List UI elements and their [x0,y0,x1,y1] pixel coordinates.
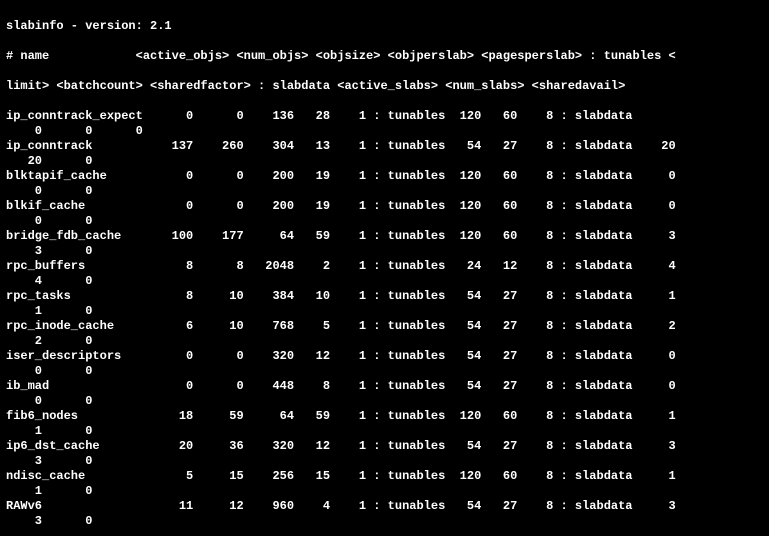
slab-row-wrap: 0 0 [6,184,763,199]
slab-row: ndisc_cache 5 15 256 15 1 : tunables 120… [6,469,763,484]
slab-row: ip_conntrack_expect 0 0 136 28 1 : tunab… [6,109,763,124]
slab-row-wrap: 2 0 [6,334,763,349]
slab-row-wrap: 0 0 [6,214,763,229]
slab-row: blktapif_cache 0 0 200 19 1 : tunables 1… [6,169,763,184]
slab-row: rpc_buffers 8 8 2048 2 1 : tunables 24 1… [6,259,763,274]
slab-row: RAWv6 11 12 960 4 1 : tunables 54 27 8 :… [6,499,763,514]
slab-row: bridge_fdb_cache 100 177 64 59 1 : tunab… [6,229,763,244]
slab-row: rpc_inode_cache 6 10 768 5 1 : tunables … [6,319,763,334]
version-line: slabinfo - version: 2.1 [6,19,763,34]
columns-line-1: # name <active_objs> <num_objs> <objsize… [6,49,763,64]
slab-row-wrap: 20 0 [6,154,763,169]
terminal-output: slabinfo - version: 2.1 # name <active_o… [0,0,769,536]
slab-row-wrap: 4 0 [6,274,763,289]
slab-row: ib_mad 0 0 448 8 1 : tunables 54 27 8 : … [6,379,763,394]
slab-row-wrap: 1 0 [6,304,763,319]
slab-row: iser_descriptors 0 0 320 12 1 : tunables… [6,349,763,364]
slab-row: ip_conntrack 137 260 304 13 1 : tunables… [6,139,763,154]
slab-row-wrap: 3 0 [6,244,763,259]
slab-row-wrap: 3 0 [6,454,763,469]
data-rows: ip_conntrack_expect 0 0 136 28 1 : tunab… [6,109,763,529]
slab-row-wrap: 1 0 [6,484,763,499]
slab-row: fib6_nodes 18 59 64 59 1 : tunables 120 … [6,409,763,424]
columns-line-2: limit> <batchcount> <sharedfactor> : sla… [6,79,763,94]
slab-row-wrap: 0 0 0 [6,124,763,139]
slab-row: blkif_cache 0 0 200 19 1 : tunables 120 … [6,199,763,214]
slab-row: rpc_tasks 8 10 384 10 1 : tunables 54 27… [6,289,763,304]
slab-row-wrap: 0 0 [6,364,763,379]
slab-row-wrap: 1 0 [6,424,763,439]
slab-row-wrap: 0 0 [6,394,763,409]
slab-row-wrap: 3 0 [6,514,763,529]
slab-row: ip6_dst_cache 20 36 320 12 1 : tunables … [6,439,763,454]
